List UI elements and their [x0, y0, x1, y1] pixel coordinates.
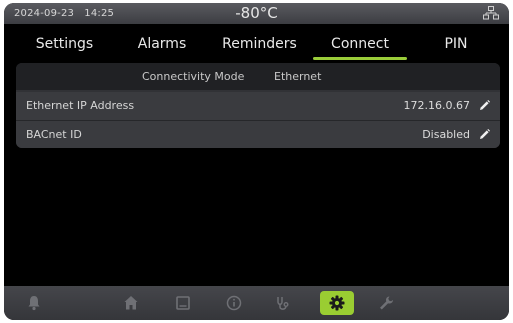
bottom-nav — [4, 286, 509, 320]
bacnet-id-value: Disabled — [422, 128, 470, 141]
info-icon[interactable] — [225, 294, 243, 312]
tab-connect[interactable]: Connect — [312, 27, 408, 61]
ethernet-ip-label: Ethernet IP Address — [26, 99, 135, 112]
connectivity-mode-row[interactable]: Connectivity Mode Ethernet — [16, 63, 500, 90]
settings-nav-button[interactable] — [320, 291, 354, 315]
status-temperature: -80°C — [235, 4, 278, 22]
ethernet-ip-row: Ethernet IP Address 172.16.0.67 — [16, 92, 500, 120]
edit-ip-pencil-icon[interactable] — [478, 99, 491, 112]
connect-panel: Connectivity Mode Ethernet Ethernet IP A… — [16, 63, 500, 148]
network-icon — [483, 6, 499, 20]
tab-reminders[interactable]: Reminders — [207, 27, 312, 61]
edit-bacnet-pencil-icon[interactable] — [478, 128, 491, 141]
tab-alarms[interactable]: Alarms — [117, 27, 207, 61]
log-icon[interactable] — [174, 294, 192, 312]
bell-icon[interactable] — [25, 294, 43, 312]
home-icon[interactable] — [122, 294, 140, 312]
device-screen: 2024-09-23 14:25 -80°C Settings Alarms R… — [4, 3, 509, 320]
bacnet-id-label: BACnet ID — [26, 128, 82, 141]
tab-bar: Settings Alarms Reminders Connect PIN — [4, 27, 509, 61]
status-bar: 2024-09-23 14:25 -80°C — [4, 3, 509, 24]
wrench-icon[interactable] — [377, 294, 395, 312]
connectivity-mode-value: Ethernet — [274, 70, 322, 83]
stethoscope-icon[interactable] — [274, 294, 292, 312]
tab-settings[interactable]: Settings — [12, 27, 117, 61]
tab-pin[interactable]: PIN — [408, 27, 504, 61]
ethernet-ip-value: 172.16.0.67 — [403, 99, 470, 112]
connectivity-mode-label: Connectivity Mode — [142, 70, 245, 83]
gear-icon — [329, 295, 345, 311]
bacnet-id-row: BACnet ID Disabled — [16, 120, 500, 148]
